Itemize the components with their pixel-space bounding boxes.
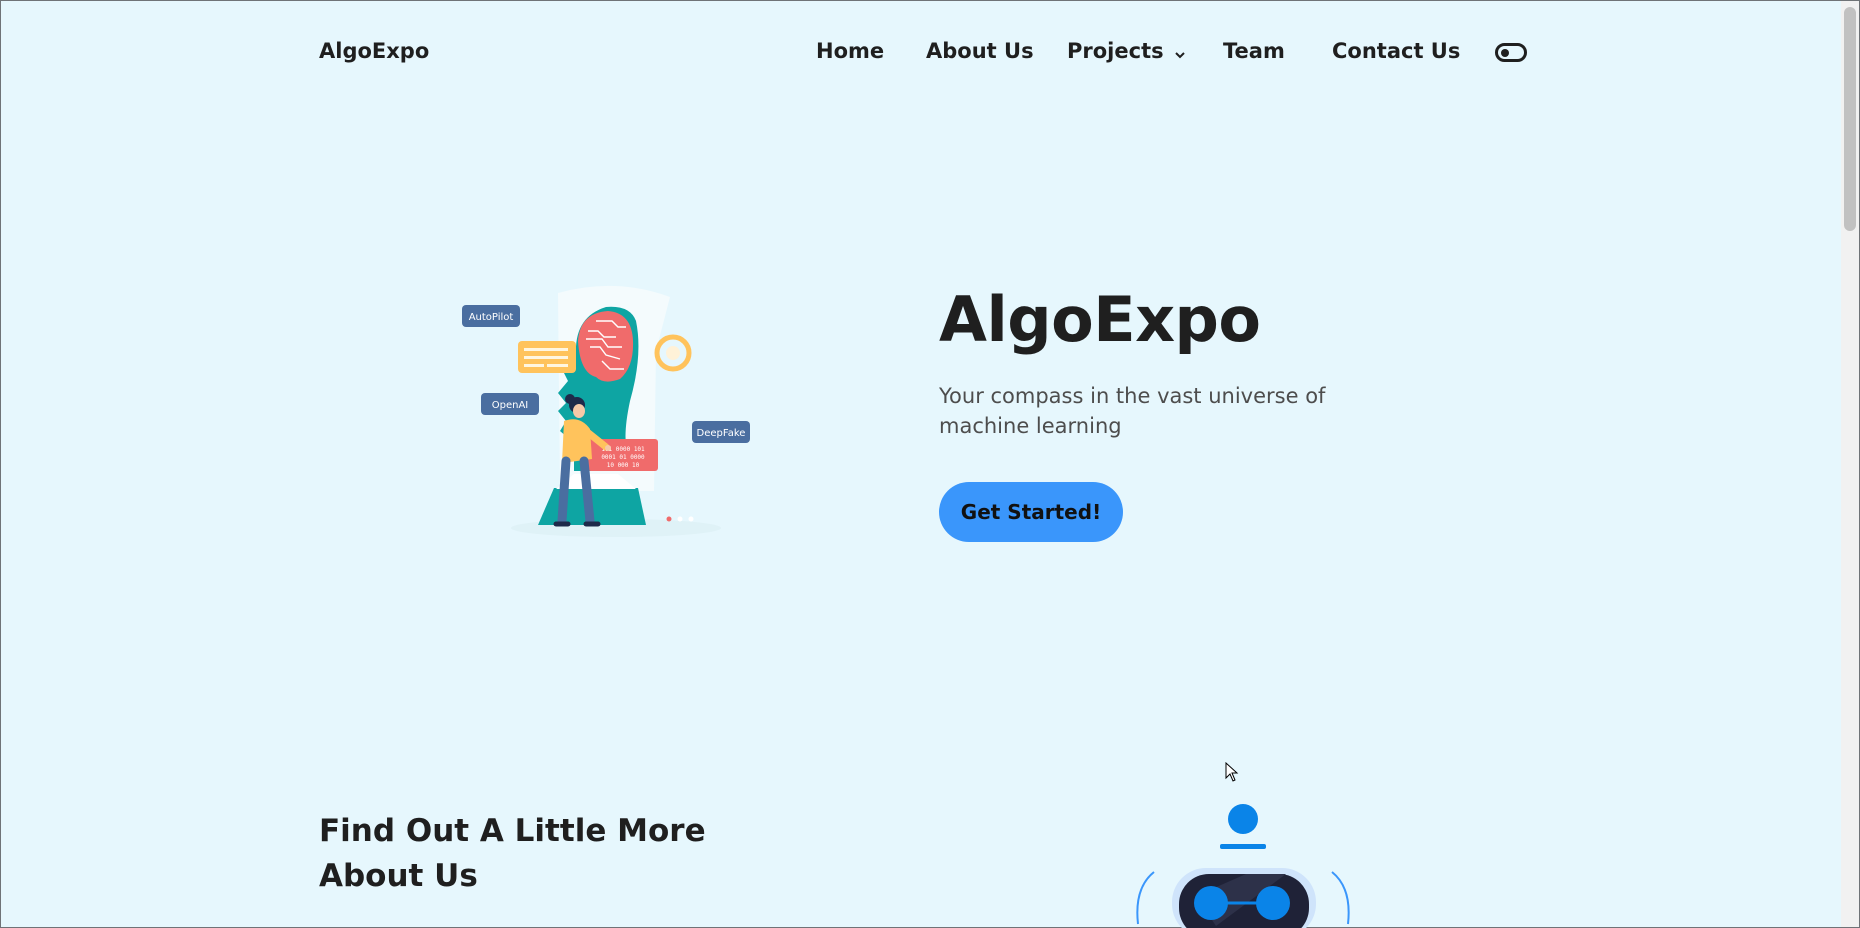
nav-projects-label: Projects (1067, 39, 1164, 63)
indicator-dot (688, 516, 694, 522)
nav-home[interactable]: Home (816, 39, 884, 63)
indicator-dot (677, 516, 683, 522)
hero-subtitle: Your compass in the vast universe of mac… (939, 384, 1326, 438)
nav-projects[interactable]: Projects (1067, 39, 1186, 64)
theme-toggle-icon[interactable] (1495, 43, 1527, 62)
toggle-knob (1501, 49, 1509, 57)
robot-head-dot (1228, 804, 1258, 834)
navbar: AlgoExpo Home About Us Projects Team Con… (1, 1, 1841, 105)
form-line (524, 348, 568, 351)
robot-arm-left (1136, 871, 1155, 925)
binary-line: 0001 01 0000 (601, 454, 645, 461)
form-line (547, 364, 568, 367)
tag-autopilot-label: AutoPilot (469, 312, 514, 323)
robot-eye-right-icon (1256, 886, 1290, 920)
nav-about-us[interactable]: About Us (926, 39, 1034, 63)
robot-neck (1220, 844, 1266, 849)
about-heading: Find Out A Little More About Us (319, 813, 706, 894)
nav-team[interactable]: Team (1223, 39, 1285, 63)
tag-deepfake-label: DeepFake (697, 428, 746, 439)
form-line (524, 364, 544, 367)
form-line (524, 356, 568, 359)
robot-arm-right (1331, 871, 1350, 925)
robot-illustration (1136, 804, 1350, 928)
binary-line: 10 000 10 (607, 462, 640, 469)
nav-contact-us[interactable]: Contact Us (1332, 39, 1460, 63)
hero-title: AlgoExpo (939, 283, 1261, 356)
chevron-down-icon (1174, 40, 1186, 64)
ai-head-illustration: AutoPilot OpenAI DeepFake 101 0000 101 0… (462, 285, 750, 537)
get-started-button[interactable]: Get Started! (939, 482, 1123, 542)
gear-circle-core (666, 346, 680, 360)
tag-openai-label: OpenAI (492, 400, 529, 411)
scrollbar-thumb[interactable] (1844, 7, 1856, 231)
indicator-dot (666, 516, 672, 522)
vertical-scrollbar[interactable] (1841, 1, 1859, 927)
mouse-cursor-icon (1225, 762, 1239, 782)
robot-eye-left-icon (1194, 886, 1228, 920)
brand-logo[interactable]: AlgoExpo (319, 39, 429, 63)
